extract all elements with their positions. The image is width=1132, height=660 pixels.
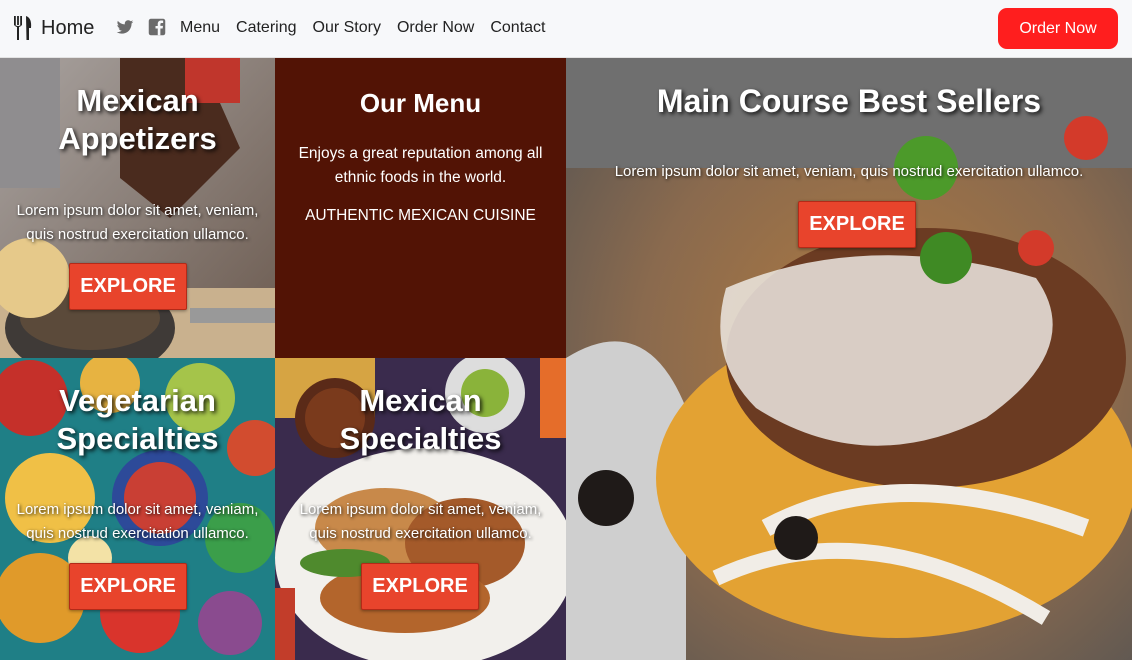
navbar: Home Menu Catering Our Story Order Now C…	[0, 0, 1132, 58]
specialties-tile: Mexican Specialties Lorem ipsum dolor si…	[275, 358, 566, 660]
main-course-photo	[566, 58, 1132, 660]
our-menu-description: Enjoys a great reputation among all ethn…	[298, 145, 543, 186]
main-course-tile: Main Course Best Sellers Lorem ipsum dol…	[566, 58, 1132, 660]
appetizers-title-line2: Appetizers	[58, 121, 217, 156]
appetizers-description-line1: Lorem ipsum dolor sit amet, veniam,	[16, 202, 259, 219]
appetizers-explore-button[interactable]: EXPLORE	[69, 263, 187, 310]
our-menu-tagline: AUTHENTIC MEXICAN CUISINE	[305, 207, 536, 224]
main-course-title: Main Course Best Sellers	[656, 83, 1042, 119]
nav-link-contact[interactable]: Contact	[490, 19, 545, 37]
main-course-description: Lorem ipsum dolor sit amet, veniam, quis…	[614, 163, 1084, 180]
vegetarian-title-line1: Vegetarian	[59, 383, 216, 418]
utensils-icon	[14, 16, 32, 40]
nav-links: Menu Catering Our Story Order Now Contac…	[180, 19, 545, 37]
brand-label: Home	[41, 16, 95, 39]
our-menu-title: Our Menu	[359, 88, 482, 118]
vegetarian-title-line2: Specialties	[56, 421, 219, 456]
main-course-explore-button[interactable]: EXPLORE	[798, 201, 916, 248]
specialties-description-line2: quis nostrud exercitation ullamco.	[309, 525, 532, 542]
appetizers-title-line1: Mexican	[76, 83, 199, 118]
nav-link-order-now[interactable]: Order Now	[397, 19, 474, 37]
vegetarian-description-line2: quis nostrud exercitation ullamco.	[26, 525, 249, 542]
specialties-explore-button[interactable]: EXPLORE	[361, 563, 479, 610]
specialties-title-line2: Specialties	[339, 421, 502, 456]
specialties-title-line1: Mexican	[359, 383, 482, 418]
nav-link-catering[interactable]: Catering	[236, 19, 296, 37]
our-menu-tile: Our Menu Enjoys a great reputation among…	[275, 58, 566, 358]
vegetarian-explore-button[interactable]: EXPLORE	[69, 563, 187, 610]
vegetarian-description-line1: Lorem ipsum dolor sit amet, veniam,	[16, 501, 259, 518]
appetizers-tile: Mexican Appetizers Lorem ipsum dolor sit…	[0, 58, 275, 358]
twitter-icon[interactable]	[116, 18, 134, 36]
vegetarian-tile: Vegetarian Specialties Lorem ipsum dolor…	[0, 358, 275, 660]
specialties-description-line1: Lorem ipsum dolor sit amet, veniam,	[299, 501, 542, 518]
nav-link-menu[interactable]: Menu	[180, 19, 220, 37]
nav-link-our-story[interactable]: Our Story	[313, 19, 381, 37]
order-now-button[interactable]: Order Now	[998, 8, 1118, 49]
facebook-icon[interactable]	[148, 18, 166, 36]
home-link[interactable]: Home	[13, 16, 94, 40]
appetizers-description-line2: quis nostrud exercitation ullamco.	[26, 226, 249, 243]
